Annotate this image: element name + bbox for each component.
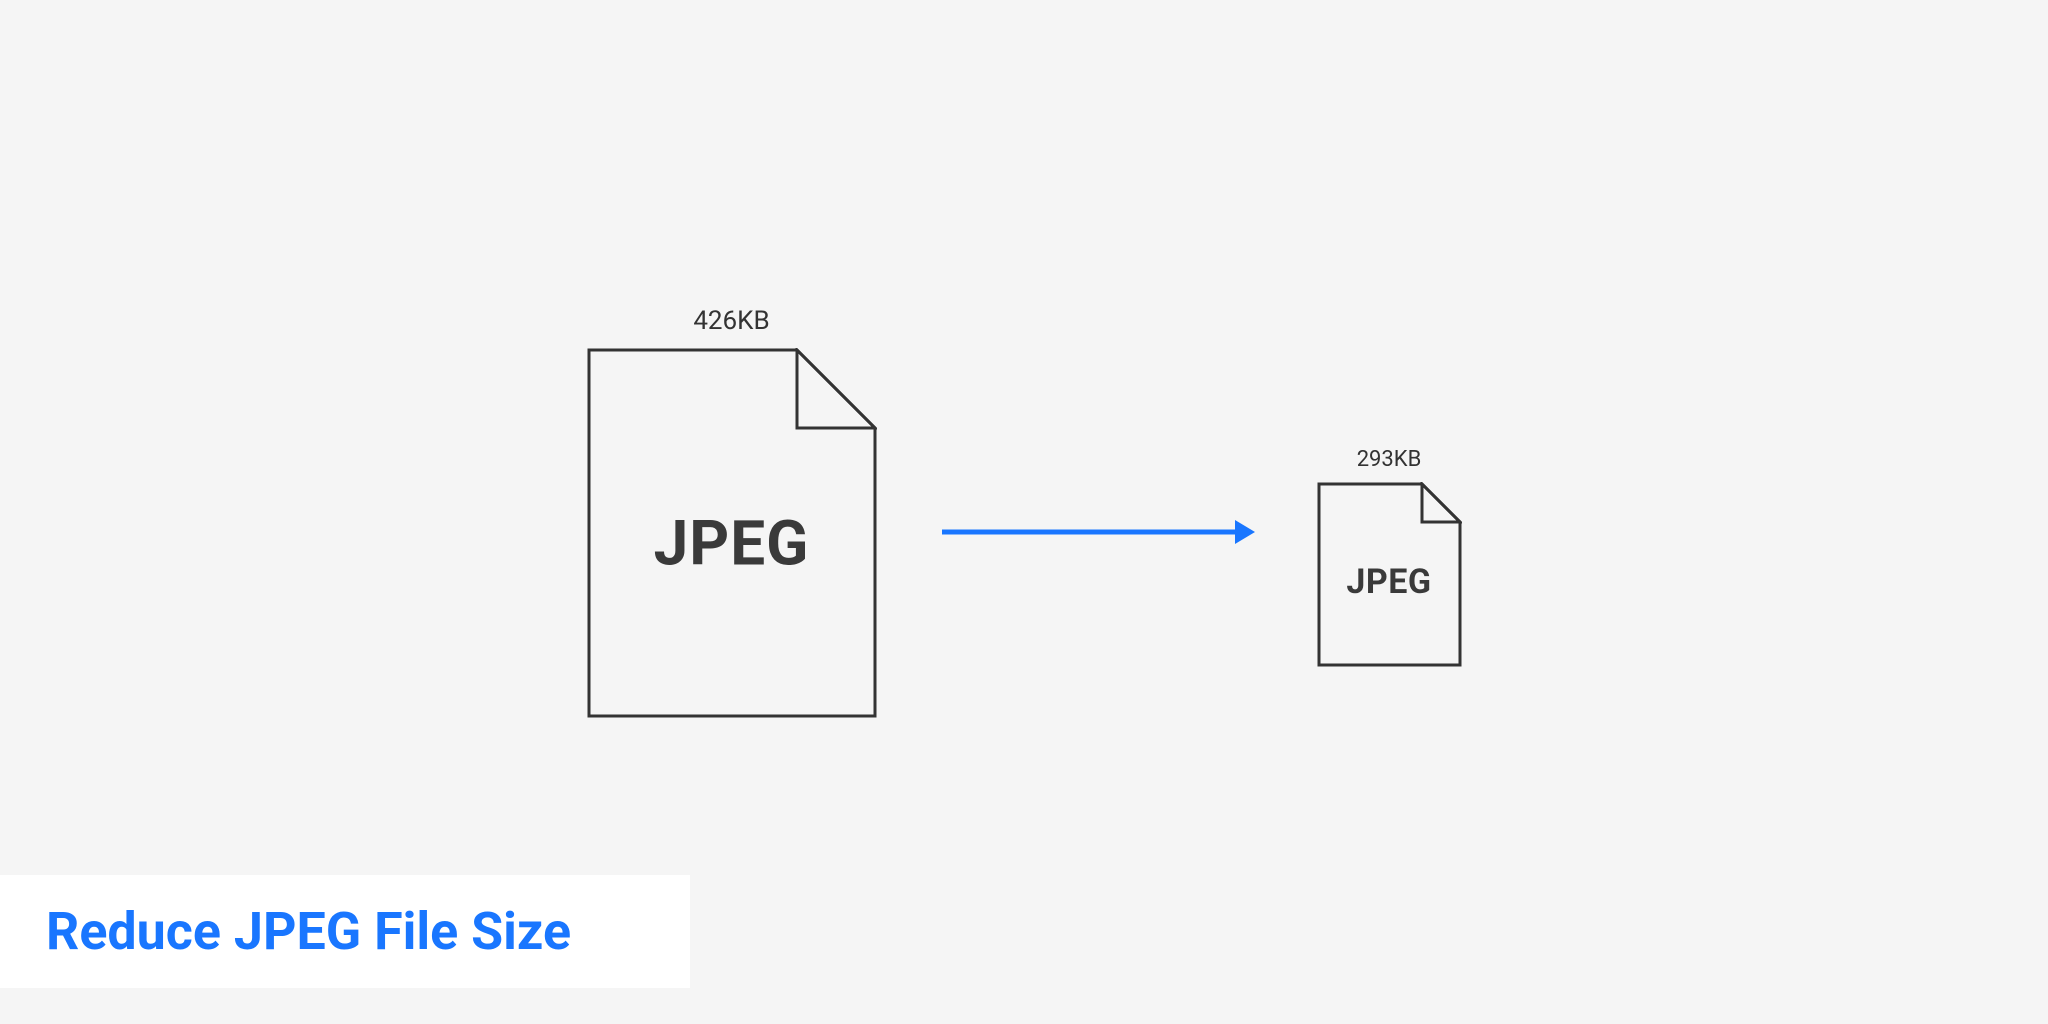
arrow-right-icon: [937, 512, 1257, 552]
source-format-label: JPEG: [654, 508, 810, 581]
source-file-icon: JPEG: [587, 348, 877, 718]
diagram-container: 426KB JPEG 293KB JPEG: [0, 0, 2048, 1024]
title-text: Reduce JPEG File Size: [46, 901, 644, 962]
target-file-block: 293KB JPEG: [1317, 447, 1462, 667]
source-size-label: 426KB: [693, 306, 769, 336]
arrow-container: [937, 512, 1257, 552]
target-file-icon: JPEG: [1317, 482, 1462, 667]
title-banner: Reduce JPEG File Size: [0, 875, 690, 988]
source-file-block: 426KB JPEG: [587, 306, 877, 718]
target-format-label: JPEG: [1346, 562, 1431, 602]
target-size-label: 293KB: [1357, 447, 1422, 472]
